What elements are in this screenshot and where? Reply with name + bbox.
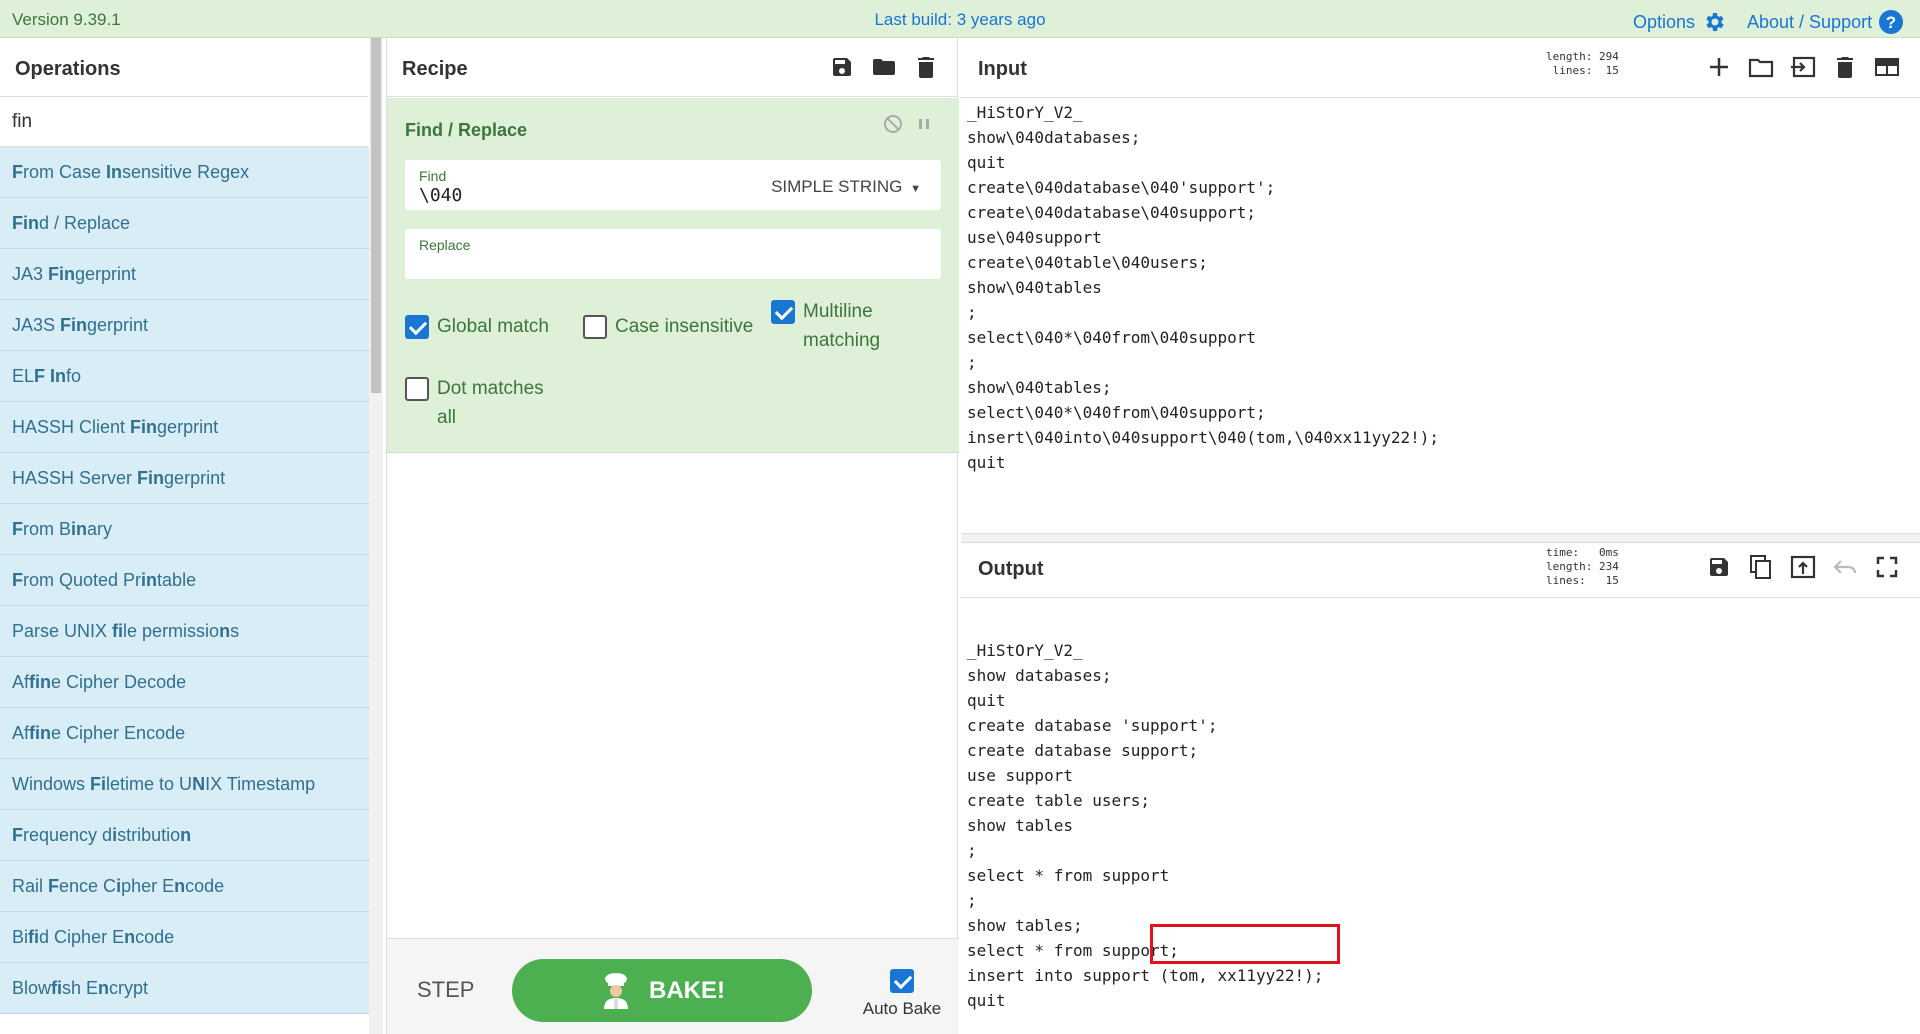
input-toolbar bbox=[1706, 54, 1900, 80]
operations-list: From Case Insensitive Regex Find / Replac… bbox=[0, 147, 369, 1034]
operation-item[interactable]: Blowfish Encrypt bbox=[0, 963, 369, 1014]
find-replace-operation[interactable]: Find / Replace Find \040 SIMPLE STRING ▼… bbox=[387, 98, 959, 453]
replace-field[interactable]: Replace bbox=[405, 229, 941, 279]
bake-button[interactable]: BAKE! bbox=[512, 959, 812, 1022]
trash-icon[interactable] bbox=[1832, 54, 1858, 80]
options-label: Options bbox=[1633, 11, 1696, 32]
replace-input-icon[interactable] bbox=[1790, 554, 1816, 580]
folder-icon[interactable] bbox=[871, 54, 897, 80]
operation-item[interactable]: Affine Cipher Decode bbox=[0, 657, 369, 708]
help-icon: ? bbox=[1878, 9, 1904, 35]
global-match-checkbox[interactable]: Global match bbox=[405, 312, 549, 341]
operation-item[interactable]: JA3 Fingerprint bbox=[0, 249, 369, 300]
operation-item[interactable]: From Binary bbox=[0, 504, 369, 555]
operation-item[interactable]: Rail Fence Cipher Encode bbox=[0, 861, 369, 912]
input-stats: length: 294 lines: 15 bbox=[1546, 50, 1619, 77]
operation-item[interactable]: HASSH Client Fingerprint bbox=[0, 402, 369, 453]
case-insensitive-checkbox[interactable]: Case insensitive bbox=[583, 312, 753, 341]
io-resize-handle[interactable] bbox=[961, 533, 1920, 543]
scrollbar-thumb[interactable] bbox=[371, 38, 381, 393]
auto-bake-checkbox[interactable]: Auto Bake bbox=[852, 969, 952, 1019]
about-label: About / Support bbox=[1747, 11, 1873, 32]
operations-title: Operations bbox=[0, 38, 368, 97]
search-input[interactable] bbox=[12, 111, 356, 133]
input-text[interactable]: _HiStOrY_V2_ show\040databases; quit cre… bbox=[967, 100, 1439, 475]
last-build-label: Last build: 3 years ago bbox=[874, 10, 1046, 29]
operation-item[interactable]: Frequency distribution bbox=[0, 810, 369, 861]
operation-item[interactable]: Parse UNIX file permissions bbox=[0, 606, 369, 657]
operation-item[interactable]: HASSH Server Fingerprint bbox=[0, 453, 369, 504]
recipe-toolbar bbox=[829, 54, 939, 80]
find-type-dropdown[interactable]: SIMPLE STRING ▼ bbox=[771, 177, 921, 197]
svg-text:?: ? bbox=[1886, 13, 1896, 32]
find-label: Find bbox=[419, 168, 447, 184]
multiline-label: Multiline matching bbox=[803, 301, 881, 351]
input-title: Input bbox=[978, 58, 1027, 80]
top-banner: Version 9.39.1 Last build: 3 years ago O… bbox=[0, 0, 1920, 38]
global-match-box[interactable] bbox=[405, 315, 429, 339]
import-icon[interactable] bbox=[1790, 54, 1816, 80]
output-title: Output bbox=[978, 558, 1044, 580]
pause-icon[interactable] bbox=[917, 114, 931, 139]
find-type-label: SIMPLE STRING bbox=[771, 177, 903, 196]
case-insensitive-label: Case insensitive bbox=[615, 316, 754, 337]
bake-label: BAKE! bbox=[649, 976, 725, 1004]
operation-title: Find / Replace bbox=[405, 120, 528, 140]
operations-scrollbar[interactable] bbox=[369, 38, 383, 1034]
plus-icon[interactable] bbox=[1706, 54, 1732, 80]
undo-icon[interactable] bbox=[1832, 554, 1858, 580]
operation-item[interactable]: Windows Filetime to UNIX Timestamp bbox=[0, 759, 369, 810]
operations-search[interactable] bbox=[0, 97, 368, 147]
replace-label: Replace bbox=[419, 237, 471, 253]
dot-matches-all-label: Dot matches all bbox=[437, 378, 544, 428]
operation-item[interactable]: ELF Info bbox=[0, 351, 369, 402]
options-link[interactable]: Options bbox=[1633, 9, 1727, 35]
operation-item[interactable]: Find / Replace bbox=[0, 198, 369, 249]
operation-item[interactable]: From Case Insensitive Regex bbox=[0, 147, 369, 198]
auto-bake-label: Auto Bake bbox=[862, 999, 942, 1018]
operation-item[interactable]: Bifid Cipher Encode bbox=[0, 912, 369, 963]
save-icon[interactable] bbox=[1706, 554, 1732, 580]
auto-bake-box[interactable] bbox=[890, 969, 914, 993]
io-panel: Input length: 294 lines: 15 _HiStOrY_V2_… bbox=[961, 38, 1920, 1034]
output-stats: time: 0ms length: 234 lines: 15 bbox=[1546, 546, 1619, 587]
input-textarea[interactable]: _HiStOrY_V2_ show\040databases; quit cre… bbox=[961, 97, 1920, 533]
find-input[interactable]: \040 bbox=[419, 185, 462, 206]
step-button[interactable]: STEP bbox=[417, 977, 474, 1003]
save-icon[interactable] bbox=[829, 54, 855, 80]
caret-down-icon: ▼ bbox=[910, 183, 921, 195]
multiline-checkbox[interactable]: Multiline matching bbox=[771, 297, 901, 355]
case-insensitive-box[interactable] bbox=[583, 315, 607, 339]
disable-icon[interactable] bbox=[883, 114, 903, 139]
output-textarea[interactable]: _HiStOrY_V2_ show databases; quit create… bbox=[961, 597, 1920, 1034]
layout-icon[interactable] bbox=[1874, 54, 1900, 80]
output-toolbar bbox=[1706, 554, 1900, 580]
chef-icon bbox=[604, 972, 628, 1009]
global-match-label: Global match bbox=[437, 316, 549, 337]
bake-bar: STEP BAKE! Auto Bake bbox=[387, 938, 959, 1034]
gear-icon bbox=[1701, 9, 1727, 35]
operation-item[interactable]: Affine Cipher Encode bbox=[0, 708, 369, 759]
dot-matches-all-box[interactable] bbox=[405, 377, 429, 401]
dot-matches-all-checkbox[interactable]: Dot matches all bbox=[405, 374, 565, 432]
operation-item[interactable]: From Quoted Printable bbox=[0, 555, 369, 606]
trash-icon[interactable] bbox=[913, 54, 939, 80]
about-support-link[interactable]: About / Support ? bbox=[1747, 9, 1904, 35]
multiline-box[interactable] bbox=[771, 300, 795, 324]
highlight-box bbox=[1150, 924, 1340, 964]
copy-icon[interactable] bbox=[1748, 554, 1774, 580]
folder-icon[interactable] bbox=[1748, 54, 1774, 80]
find-field[interactable]: Find \040 SIMPLE STRING ▼ bbox=[405, 160, 941, 210]
maximize-icon[interactable] bbox=[1874, 554, 1900, 580]
operations-panel: Operations From Case Insensitive RegexFi… bbox=[0, 38, 383, 1034]
recipe-panel: Recipe Find / Replace Find \040 SIMPLE S… bbox=[386, 38, 959, 1034]
operation-item[interactable]: JA3S Fingerprint bbox=[0, 300, 369, 351]
